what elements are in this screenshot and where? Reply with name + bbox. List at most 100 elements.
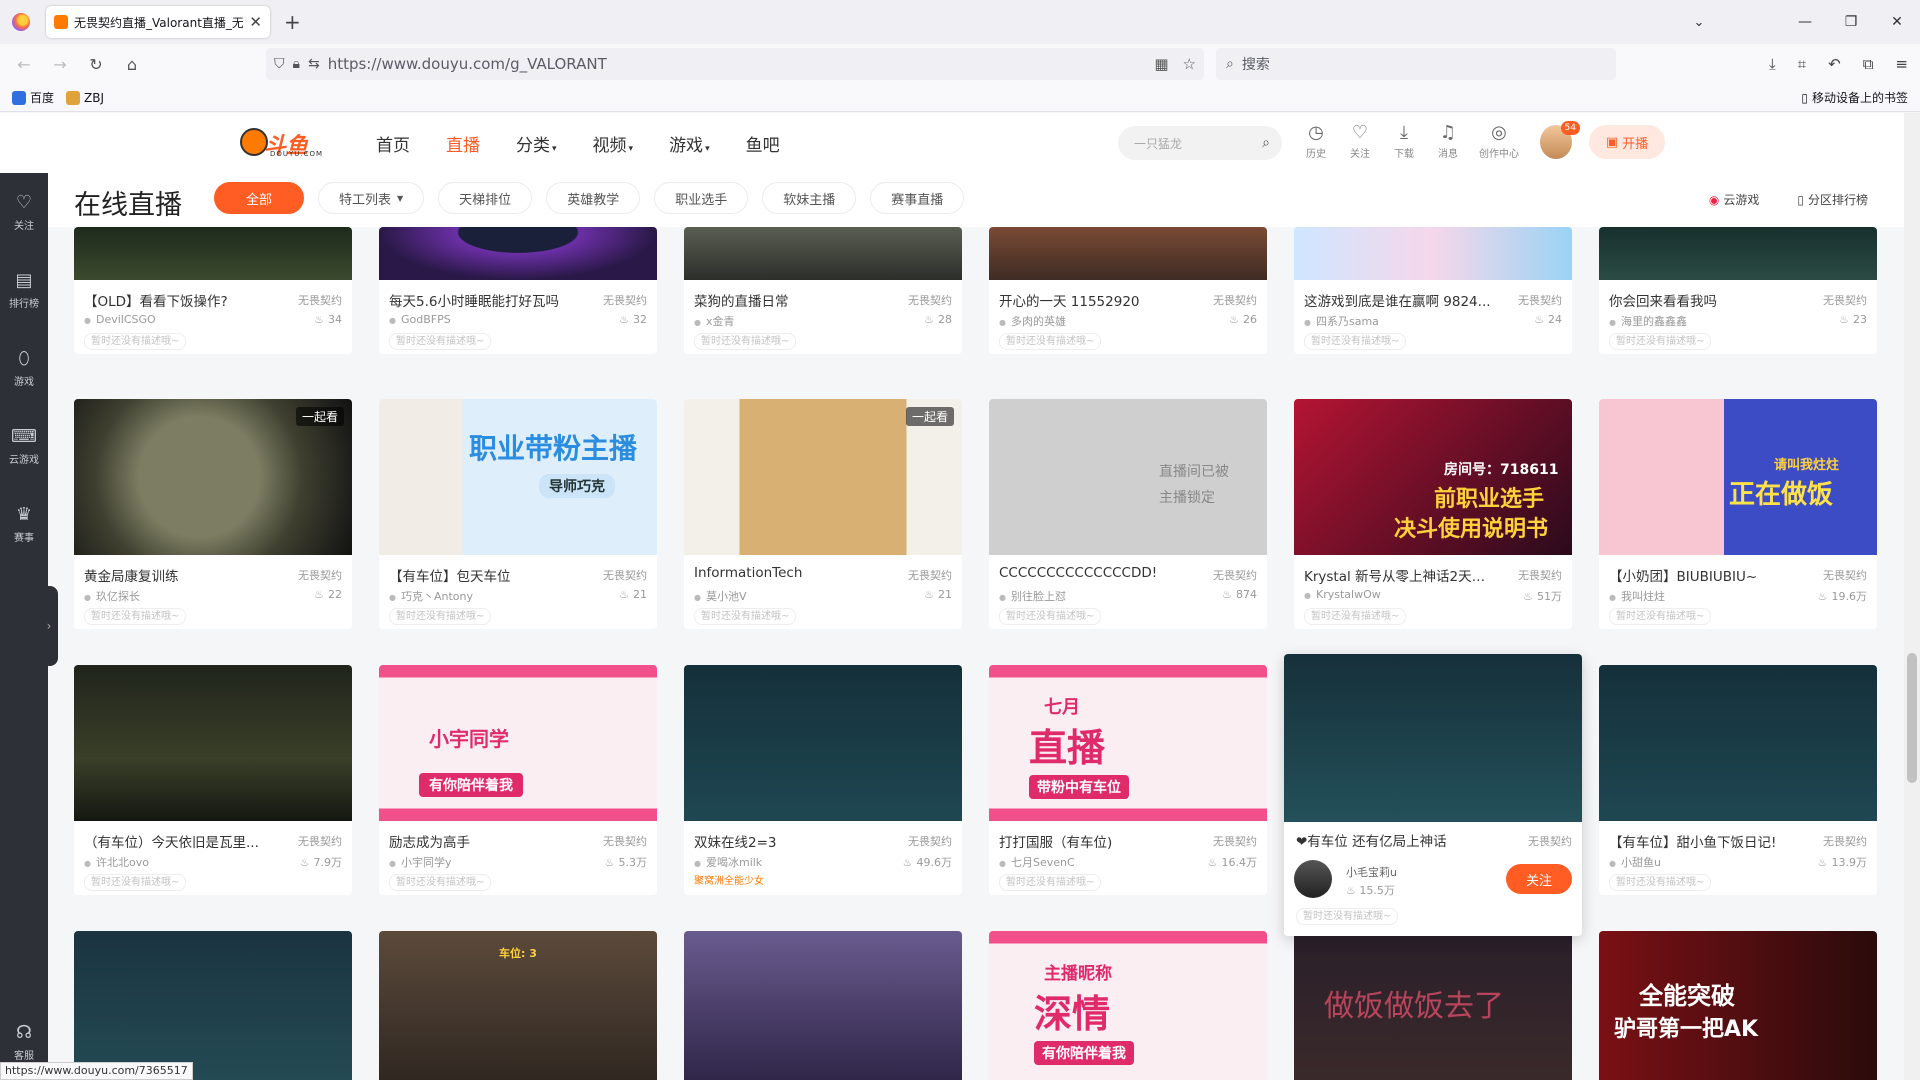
search-icon[interactable]: ⌕ (1262, 135, 1270, 151)
chip-cute-streamer[interactable]: 软妹主播 (762, 182, 857, 214)
stream-card[interactable]: 每天5.6小时睡眠能打好瓦吗 无畏契约 GodBFPS 32 暂时还没有描述哦~ (379, 227, 657, 354)
stream-card[interactable]: 房间号：718611 前职业选手 决斗使用说明书 Krystal 新号从零上神话… (1294, 399, 1572, 629)
sidebar-item-esports[interactable]: ♛ 赛事 (0, 485, 48, 563)
stream-card[interactable]: 一起看 InformationTech 无畏契约 莫小池V 21 暂时还没有描述哦~ (684, 399, 962, 629)
stream-card[interactable]: 做饭做饭去了 (1294, 931, 1572, 1080)
browser-tab[interactable]: 无畏契约直播_Valorant直播_无 ✕ (46, 6, 270, 38)
stream-card[interactable]: 菜狗的直播日常 无畏契约 x金青 28 暂时还没有描述哦~ (684, 227, 962, 354)
bookmark-baidu[interactable]: 百度 (12, 89, 54, 106)
back-icon[interactable]: ← (6, 55, 42, 74)
start-live-button[interactable]: ▣ 开播 (1589, 125, 1665, 159)
nav-game[interactable]: 游戏 ▾ (669, 131, 710, 156)
stream-card[interactable]: 主播昵称 深情 有你陪伴着我 (989, 931, 1267, 1080)
sidebar-item-cloud-game[interactable]: ⌨ 云游戏 (0, 407, 48, 485)
stream-thumbnail[interactable] (1599, 227, 1877, 280)
tool-follow[interactable]: ♡ 关注 (1344, 121, 1376, 165)
follow-button[interactable]: 关注 (1506, 864, 1572, 894)
stream-card[interactable]: 【有车位】甜小鱼下饭日记! 无畏契约 小甜鱼u 13.9万 暂时还没有描述哦~ (1599, 665, 1877, 895)
nav-video[interactable]: 视频 ▾ (593, 131, 634, 156)
url-text[interactable]: https://www.douyu.com/g_VALORANT (328, 55, 607, 73)
nav-live[interactable]: 直播 (446, 131, 480, 156)
stream-thumbnail[interactable] (74, 665, 352, 821)
nav-fishbar[interactable]: 鱼吧 (746, 131, 780, 156)
stream-thumbnail[interactable] (1599, 665, 1877, 821)
stream-card[interactable]: 七月 直播 带粉中有车位 打打国服（有车位) 无畏契约 七月SevenC 16.4万… (989, 665, 1267, 895)
qr-code-icon[interactable]: ▦ (1154, 55, 1168, 73)
stream-card[interactable] (74, 931, 352, 1080)
stream-card[interactable]: 【OLD】看看下饭操作? 无畏契约 DevilCSGO 34 暂时还没有描述哦~ (74, 227, 352, 354)
stream-thumbnail[interactable] (1284, 654, 1582, 822)
sidebar-toggle[interactable]: › (40, 586, 58, 666)
stream-card[interactable]: 这游戏到底是谁在赢啊 9824... 无畏契约 四系乃sama 24 暂时还没有描述… (1294, 227, 1572, 354)
stream-card[interactable]: 请叫我炷炷 正在做饭 【小奶团】BIUBIUBIU~ 无畏契约 我叫炷炷 19.6万… (1599, 399, 1877, 629)
sidebar-item-follow[interactable]: ♡ 关注 (0, 173, 48, 251)
stream-thumbnail[interactable] (379, 399, 657, 555)
stream-card[interactable] (684, 931, 962, 1080)
browser-search-bar[interactable]: ⌕ 搜索 (1216, 48, 1616, 80)
tool-history[interactable]: ◷ 历史 (1300, 121, 1332, 165)
stream-thumbnail[interactable] (684, 931, 962, 1080)
chip-ranked[interactable]: 天梯排位 (438, 182, 533, 214)
stream-card[interactable]: （有车位）今天依旧是瓦里... 无畏契约 许北北ovo 7.9万 暂时还没有描述哦~ (74, 665, 352, 895)
lock-icon[interactable]: 🔒︎ (293, 56, 300, 72)
restore-icon[interactable]: ❐ (1828, 14, 1874, 30)
nav-category[interactable]: 分类 ▾ (516, 131, 557, 156)
stream-card[interactable]: 双妹在线2=3 无畏契约 爱喝冰milk 49.6万 聚窝洲全能少女 (684, 665, 962, 895)
avatar[interactable] (1294, 860, 1332, 898)
nav-home[interactable]: 首页 (376, 131, 410, 156)
stream-card-hovered[interactable]: ❤有车位 还有亿局上神话 无畏契约 小毛宝莉u ♨ 15.5万 关注 暂时还没有描… (1284, 654, 1582, 936)
cloud-game-link[interactable]: ◉ 云游戏 (1709, 191, 1760, 208)
stream-thumbnail[interactable] (989, 227, 1267, 280)
menu-icon[interactable]: ≡ (1895, 55, 1908, 73)
undo-icon[interactable]: ↶ (1828, 55, 1841, 73)
downloads-icon[interactable]: ⤓ (1769, 55, 1776, 73)
stream-card[interactable]: 车位: 3 (379, 931, 657, 1080)
reload-icon[interactable]: ↻ (78, 55, 114, 74)
page-scrollbar[interactable] (1904, 113, 1920, 1080)
shield-icon[interactable]: ⛉ (274, 56, 285, 72)
stream-card[interactable]: 小宇同学 有你陪伴着我 励志成为高手 无畏契约 小宇同学y 5.3万 暂时还没有描述… (379, 665, 657, 895)
url-bar[interactable]: ⛉ 🔒︎ ⇆ https://www.douyu.com/g_VALORANT … (266, 48, 1204, 80)
stream-thumbnail[interactable] (379, 227, 657, 280)
screenshot-icon[interactable]: ⌗ (1798, 55, 1806, 73)
stream-card[interactable]: 职业带粉主播 导师巧克 【有车位】包天车位 无畏契约 巧克丶Antony 21 暂时… (379, 399, 657, 629)
tool-message[interactable]: ♫ 消息 (1432, 121, 1464, 165)
home-icon[interactable]: ⌂ (114, 55, 150, 74)
list-tabs-icon[interactable]: ⌄ (1676, 15, 1722, 30)
bookmark-zbj[interactable]: ZBJ (66, 90, 104, 105)
tool-creator[interactable]: ◎ 创作中心 (1476, 121, 1522, 165)
stream-thumbnail[interactable] (684, 227, 962, 280)
zone-ranking-link[interactable]: ▯ 分区排行榜 (1797, 191, 1868, 208)
avatar[interactable]: 54 (1540, 121, 1580, 159)
close-window-icon[interactable]: ✕ (1874, 14, 1920, 30)
douyu-logo[interactable]: 斗鱼 DOUYU.COM (240, 128, 322, 159)
permissions-icon[interactable]: ⇆ (308, 56, 320, 72)
stream-card[interactable]: 你会回来看看我吗 无畏契约 海里的鑫鑫鑫 23 暂时还没有描述哦~ (1599, 227, 1877, 354)
stream-thumbnail[interactable] (684, 665, 962, 821)
forward-icon[interactable]: → (42, 55, 78, 74)
chip-tutorial[interactable]: 英雄教学 (546, 182, 641, 214)
stream-thumbnail[interactable] (74, 931, 352, 1080)
stream-card[interactable]: 一起看 黄金局康复训练 无畏契约 玖亿探长 22 暂时还没有描述哦~ (74, 399, 352, 629)
close-tab-icon[interactable]: ✕ (249, 13, 262, 31)
minimize-icon[interactable]: — (1782, 14, 1828, 30)
stream-thumbnail[interactable] (74, 227, 352, 280)
chip-agents[interactable]: 特工列表 ▼ (318, 182, 425, 214)
stream-card[interactable]: 开心的一天 11552920 无畏契约 多肉的英雄 26 暂时还没有描述哦~ (989, 227, 1267, 354)
scrollbar-thumb[interactable] (1907, 653, 1917, 783)
stream-card[interactable]: 直播间已被主播锁定 CCCCCCCCCCCCCCDD! 无畏契约 别往脸上怼 874… (989, 399, 1267, 629)
site-search-input[interactable]: 一只猛龙 ⌕ (1118, 126, 1282, 160)
sidebar-item-game[interactable]: ⬯ 游戏 (0, 329, 48, 407)
mobile-bookmarks[interactable]: ▯ 移动设备上的书签 (1801, 89, 1908, 106)
chip-pro[interactable]: 职业选手 (654, 182, 749, 214)
tool-download[interactable]: ⤓ 下载 (1388, 121, 1420, 165)
bookmark-star-icon[interactable]: ☆ (1183, 55, 1196, 73)
extensions-icon[interactable]: ⧉ (1863, 55, 1874, 73)
stream-thumbnail[interactable] (379, 665, 657, 821)
stream-card[interactable]: 全能突破 驴哥第一把AK (1599, 931, 1877, 1080)
new-tab-icon[interactable]: + (284, 10, 301, 34)
chip-all[interactable]: 全部 (214, 182, 304, 214)
stream-thumbnail[interactable] (1294, 227, 1572, 280)
chip-esports[interactable]: 赛事直播 (870, 182, 965, 214)
sidebar-item-ranking[interactable]: ▤ 排行榜 (0, 251, 48, 329)
